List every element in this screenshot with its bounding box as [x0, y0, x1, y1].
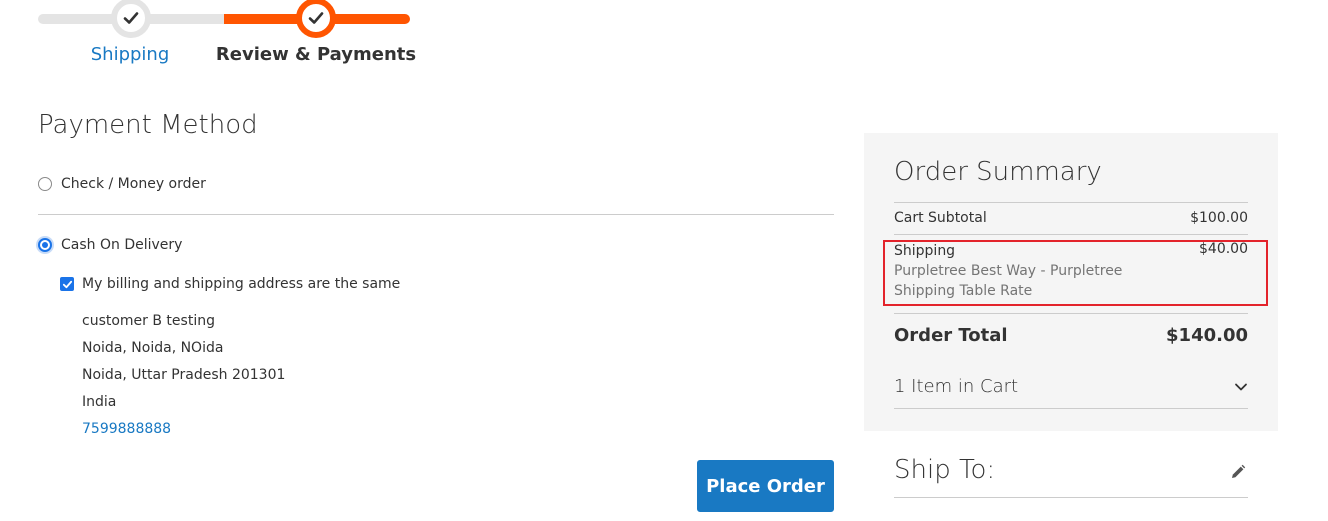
checkmark-icon	[123, 12, 139, 24]
payment-option-cod[interactable]: Cash On Delivery	[38, 237, 182, 253]
radio-checkmo[interactable]	[38, 177, 52, 191]
payment-option-checkmo[interactable]: Check / Money order	[38, 176, 206, 192]
shipping-method: Purpletree Best Way - Purpletree Shippin…	[894, 263, 1123, 299]
order-summary-title: Order Summary	[894, 157, 1102, 187]
address-country: India	[82, 394, 117, 410]
radio-cod[interactable]	[38, 238, 52, 252]
same-address-label[interactable]: My billing and shipping address are the …	[82, 276, 400, 292]
address-line2: Noida, Uttar Pradesh 201301	[82, 367, 286, 383]
step-review-marker	[296, 0, 336, 38]
checkout-page: Shipping Review & Payments Payment Metho…	[0, 0, 1328, 521]
chevron-down-icon[interactable]	[1234, 380, 1248, 394]
order-total-value: $140.00	[1166, 325, 1248, 346]
ship-to-divider	[894, 497, 1248, 498]
order-total-label: Order Total	[894, 325, 1008, 346]
shipping-row: Shipping Purpletree Best Way - Purpletre…	[894, 241, 1174, 301]
address-line1: Noida, Noida, NOida	[82, 340, 224, 356]
address-name: customer B testing	[82, 313, 215, 329]
pencil-icon[interactable]	[1229, 463, 1247, 481]
address-phone-link[interactable]: 7599888888	[82, 416, 285, 443]
cart-subtotal-value: $100.00	[1190, 210, 1248, 226]
items-in-cart-label[interactable]: 1 Item in Cart	[894, 376, 1018, 397]
step-review-label: Review & Payments	[215, 44, 417, 65]
cart-subtotal-row: Cart Subtotal $100.00	[894, 210, 1248, 226]
checkout-progress-bar: Shipping Review & Payments	[38, 0, 416, 75]
checkmark-icon	[308, 12, 324, 24]
same-address-checkbox[interactable]	[60, 277, 74, 291]
payment-method-title: Payment Method	[38, 110, 258, 140]
summary-divider	[894, 234, 1248, 235]
items-in-cart-toggle[interactable]: 1 Item in Cart	[894, 376, 1248, 397]
shipping-label: Shipping	[894, 243, 956, 259]
payment-divider	[38, 214, 834, 215]
place-order-button[interactable]: Place Order	[697, 460, 834, 512]
billing-address: customer B testing Noida, Noida, NOida N…	[82, 308, 285, 443]
summary-divider	[894, 313, 1248, 314]
ship-to-title: Ship To:	[894, 455, 996, 485]
payment-option-label[interactable]: Cash On Delivery	[61, 237, 182, 253]
order-total-row: Order Total $140.00	[894, 325, 1248, 346]
summary-divider	[894, 408, 1248, 409]
summary-divider	[894, 202, 1248, 203]
step-shipping-marker[interactable]	[111, 0, 151, 38]
checkmark-icon	[62, 280, 72, 288]
same-address-checkbox-row[interactable]: My billing and shipping address are the …	[60, 276, 400, 292]
shipping-value: $40.00	[1199, 241, 1248, 257]
order-summary: Order Summary Cart Subtotal $100.00 Ship…	[864, 133, 1278, 431]
payment-option-label[interactable]: Check / Money order	[61, 176, 206, 192]
step-shipping-link[interactable]: Shipping	[91, 44, 170, 65]
cart-subtotal-label: Cart Subtotal	[894, 210, 987, 226]
